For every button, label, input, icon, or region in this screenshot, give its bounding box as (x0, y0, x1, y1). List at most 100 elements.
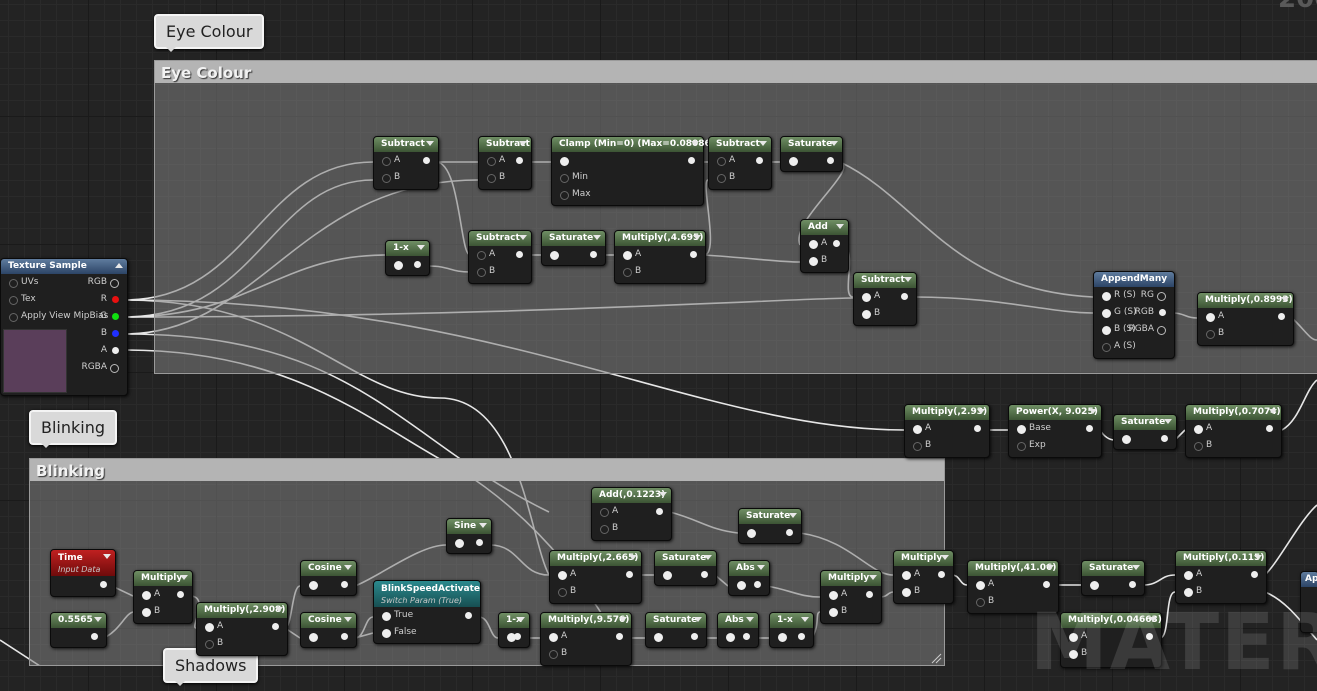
pin-max[interactable] (560, 191, 569, 200)
pin-out[interactable] (938, 571, 945, 578)
node-subtract[interactable]: Subtract A B (478, 136, 532, 190)
pin-a[interactable] (487, 157, 496, 166)
chevron-down-icon[interactable] (344, 565, 352, 574)
chevron-down-icon[interactable] (830, 141, 838, 150)
node-multiply[interactable]: Multiply(,2.93) A B (904, 404, 990, 458)
node-one-minus-x[interactable]: 1-x (498, 612, 530, 648)
chevron-down-icon[interactable] (977, 409, 985, 418)
pin-out[interactable] (423, 157, 430, 164)
chevron-down-icon[interactable] (789, 513, 797, 522)
pin-out[interactable] (1043, 581, 1050, 588)
node-saturate[interactable]: Saturate (541, 230, 606, 266)
pin-b[interactable] (549, 650, 558, 659)
node-power[interactable]: Power(X, 9.025) Base Exp (1008, 404, 1102, 458)
chevron-down-icon[interactable] (479, 523, 487, 532)
collapse-arrow-icon[interactable] (115, 259, 123, 268)
pin-out[interactable] (691, 633, 698, 640)
pin-a[interactable] (382, 157, 391, 166)
pin-b[interactable] (558, 588, 567, 597)
comment-title[interactable]: Blinking (30, 459, 944, 481)
pin-apply-view-mipbias[interactable] (9, 313, 18, 322)
pin-uvs[interactable] (9, 279, 18, 288)
pin-b[interactable] (1194, 442, 1203, 451)
pin-out[interactable] (465, 612, 472, 619)
node-saturate[interactable]: Saturate (1081, 560, 1145, 596)
pin-out[interactable] (91, 633, 98, 640)
node-append-many[interactable]: AppendMany R (S) RG G (S) RGB B (S) RGBA A … (1093, 271, 1175, 359)
chevron-down-icon[interactable] (941, 555, 949, 564)
pin-input[interactable] (654, 633, 663, 642)
pin-g-out[interactable] (112, 313, 119, 320)
node-blink-speed-switch[interactable]: BlinkSpeedActivate Switch Param (True) Tr… (373, 580, 481, 644)
pin-out[interactable] (590, 251, 597, 258)
pin-input[interactable] (394, 261, 403, 270)
pin-a[interactable] (1102, 343, 1111, 352)
node-subtract[interactable]: Subtract A B (468, 230, 532, 284)
node-constant[interactable]: 0.5565 (50, 612, 107, 648)
pin-b[interactable] (142, 608, 151, 617)
chevron-down-icon[interactable] (344, 617, 352, 626)
chevron-down-icon[interactable] (593, 235, 601, 244)
chevron-down-icon[interactable] (757, 565, 765, 574)
pin-input[interactable] (1122, 435, 1131, 444)
pin-rgba-out[interactable] (1157, 326, 1166, 335)
node-multiply[interactable]: Multiply(,9.576) A B (540, 612, 632, 666)
chevron-down-icon[interactable] (1281, 297, 1289, 306)
node-abs[interactable]: Abs (717, 612, 759, 648)
pin-out[interactable] (626, 571, 633, 578)
node-multiply[interactable]: Multiply(,0.7074) A B (1185, 404, 1282, 458)
pin-out[interactable] (177, 591, 184, 598)
pin-out[interactable] (690, 251, 697, 258)
pin-out[interactable] (1086, 425, 1093, 432)
node-time[interactable]: Time Input Data (50, 549, 116, 597)
chevron-down-icon[interactable] (519, 141, 527, 150)
chevron-down-icon[interactable] (1089, 409, 1097, 418)
chevron-down-icon[interactable] (517, 617, 525, 626)
pin-out[interactable] (901, 293, 908, 300)
node-multiply[interactable]: Multiply(,0.8993) A B (1197, 292, 1294, 346)
pin-a[interactable] (623, 251, 632, 260)
chevron-down-icon[interactable] (836, 224, 844, 233)
pin-g[interactable] (1102, 309, 1111, 318)
pin-out[interactable] (272, 623, 279, 630)
pin-b[interactable] (862, 310, 871, 319)
chevron-down-icon[interactable] (103, 554, 111, 563)
pin-b[interactable] (205, 640, 214, 649)
node-clamp[interactable]: Clamp (Min=0) (Max=0.08086) Min Max (551, 136, 715, 206)
pin-out[interactable] (1129, 581, 1136, 588)
chevron-down-icon[interactable] (659, 492, 667, 501)
pin-out[interactable] (786, 529, 793, 536)
chevron-down-icon[interactable] (1132, 565, 1140, 574)
pin-a[interactable] (809, 240, 818, 249)
pin-out[interactable] (1266, 425, 1273, 432)
pin-a[interactable] (477, 251, 486, 260)
pin-a[interactable] (205, 623, 214, 632)
pin-a[interactable] (600, 508, 609, 517)
chevron-down-icon[interactable] (426, 141, 434, 150)
pin-input[interactable] (789, 157, 798, 166)
resize-handle-icon[interactable] (930, 652, 942, 664)
pin-out[interactable] (100, 581, 107, 588)
node-add[interactable]: Add(,0.1223) A B (591, 487, 672, 541)
pin-b[interactable] (717, 174, 726, 183)
pin-a[interactable] (976, 581, 985, 590)
node-saturate[interactable]: Saturate (1113, 414, 1177, 450)
pin-a[interactable] (1206, 313, 1215, 322)
pin-b[interactable] (600, 525, 609, 534)
pin-a[interactable] (862, 293, 871, 302)
chevron-down-icon[interactable] (759, 141, 767, 150)
node-subtract[interactable]: Subtract A B (708, 136, 772, 190)
chevron-down-icon[interactable] (693, 235, 701, 244)
pin-b[interactable] (913, 442, 922, 451)
pin-b[interactable] (487, 174, 496, 183)
chevron-down-icon[interactable] (704, 555, 712, 564)
node-saturate[interactable]: Saturate (654, 550, 717, 586)
pin-out[interactable] (827, 157, 834, 164)
pin-out[interactable] (616, 633, 623, 640)
pin-r-out[interactable] (112, 296, 119, 303)
chevron-down-icon[interactable] (180, 575, 188, 584)
node-add[interactable]: Add A B (800, 219, 849, 273)
pin-out[interactable] (516, 157, 523, 164)
comment-title[interactable]: Eye Colour (155, 61, 1317, 83)
chevron-down-icon[interactable] (1254, 555, 1262, 564)
